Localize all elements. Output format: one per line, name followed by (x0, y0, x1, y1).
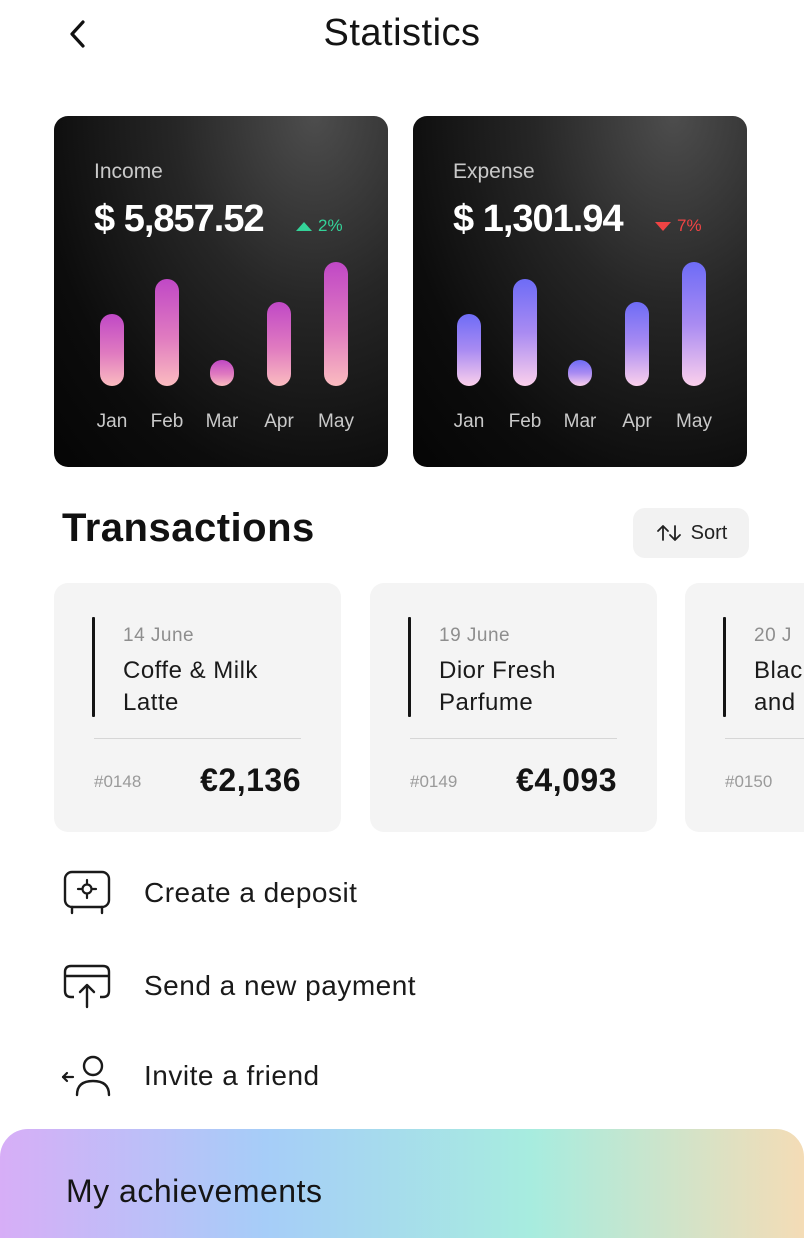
month-label: May (676, 411, 712, 432)
card-accent-line (92, 617, 95, 717)
transaction-id: #0149 (410, 772, 458, 791)
expense-bar-apr (625, 302, 649, 386)
expense-card: Expense $ 1,301.94 7% Jan Feb Mar Apr Ma… (413, 116, 747, 467)
income-amount: $ 5,857.52 (94, 198, 265, 240)
invite-friend-action[interactable]: Invite a friend (60, 1048, 580, 1104)
expense-amount: $ 1,301.94 (453, 198, 624, 240)
month-label: May (318, 411, 354, 432)
send-payment-action[interactable]: Send a new payment (60, 958, 580, 1014)
transaction-title: Coffe & Milk Latte (123, 655, 323, 719)
transaction-title-line: Blac (754, 657, 803, 684)
income-bar-mar (210, 360, 234, 386)
transaction-title-line: Parfume (439, 689, 534, 716)
month-label: Mar (563, 411, 597, 432)
sort-arrows-icon (656, 525, 681, 541)
card-upload-icon (63, 964, 111, 1009)
divider (725, 738, 804, 739)
income-bar-jan (100, 314, 124, 386)
card-accent-line (723, 617, 726, 717)
transaction-date: 14 June (123, 625, 195, 646)
transaction-title-line: and (754, 689, 796, 716)
expense-label: Expense (453, 160, 535, 183)
month-label: Apr (622, 411, 652, 432)
safe-icon (63, 870, 111, 915)
expense-change-value: 7% (677, 216, 702, 235)
card-accent-line (408, 617, 411, 717)
achievements-panel[interactable]: My achievements (0, 1129, 804, 1238)
expense-bar-feb (513, 279, 537, 386)
transaction-id: #0148 (94, 772, 142, 791)
divider (94, 738, 301, 739)
month-label: Feb (508, 411, 542, 432)
transaction-amount: €4,093 (516, 762, 617, 798)
transaction-card[interactable]: 19 June Dior Fresh Parfume #0149 €4,093 (370, 583, 657, 832)
income-card: Income $ 5,857.52 2% Jan Feb Mar Apr May (54, 116, 388, 467)
income-label: Income (94, 160, 163, 183)
transaction-date: 19 June (439, 625, 511, 646)
income-change-value: 2% (318, 216, 343, 235)
income-bar-feb (155, 279, 179, 386)
income-bar-may (324, 262, 348, 386)
expense-bar-mar (568, 360, 592, 386)
trend-down-icon (655, 221, 671, 231)
transaction-card[interactable]: 14 June Coffe & Milk Latte #0148 €2,136 (54, 583, 341, 832)
transactions-carousel[interactable]: 14 June Coffe & Milk Latte #0148 €2,136 … (0, 583, 804, 833)
month-label: Feb (150, 411, 184, 432)
transaction-title: Dior Fresh Parfume (439, 655, 639, 719)
invite-user-icon (61, 1055, 111, 1097)
divider (410, 738, 617, 739)
month-label: Apr (264, 411, 294, 432)
transaction-id: #0150 (725, 772, 773, 791)
expense-bar-jan (457, 314, 481, 386)
expense-bar-may (682, 262, 706, 386)
transactions-title: Transactions (62, 506, 315, 550)
month-label: Mar (205, 411, 239, 432)
transaction-amount: €2,136 (200, 762, 301, 798)
trend-up-icon (296, 221, 312, 231)
sort-button[interactable]: Sort (633, 508, 749, 558)
transaction-title: Blac and (754, 655, 804, 719)
transaction-title-line: Dior Fresh (439, 657, 557, 684)
action-label: Send a new payment (144, 970, 417, 1001)
income-bar-apr (267, 302, 291, 386)
page-title: Statistics (323, 12, 481, 54)
month-label: Jan (453, 411, 485, 432)
transaction-date: 20 J (754, 625, 792, 646)
transaction-title-line: Coffe & Milk (123, 657, 258, 684)
action-label: Create a deposit (144, 877, 358, 908)
achievements-label: My achievements (66, 1173, 323, 1209)
sort-label: Sort (690, 521, 728, 544)
month-label: Jan (96, 411, 128, 432)
transaction-card[interactable]: 20 J Blac and #0150 (685, 583, 804, 832)
action-label: Invite a friend (144, 1060, 320, 1091)
create-deposit-action[interactable]: Create a deposit (60, 865, 580, 921)
expense-change: 7% (655, 216, 702, 236)
income-change: 2% (296, 216, 343, 236)
transaction-title-line: Latte (123, 689, 179, 716)
